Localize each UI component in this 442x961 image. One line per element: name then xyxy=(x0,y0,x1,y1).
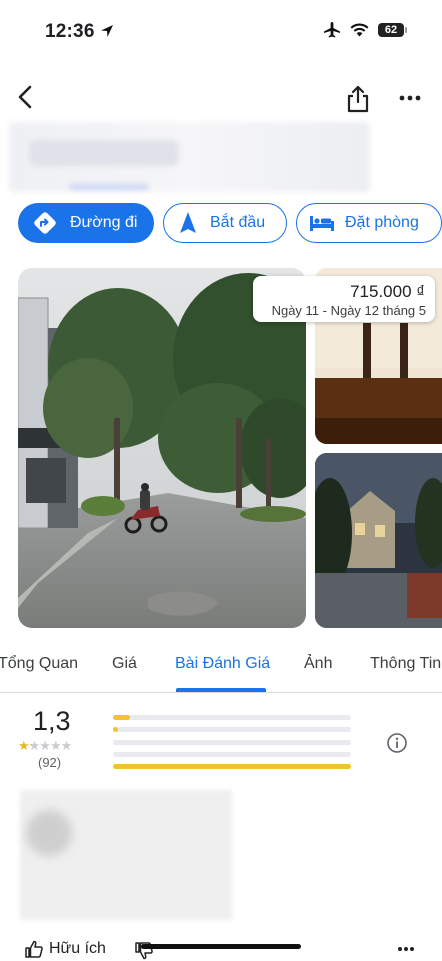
wifi-icon xyxy=(350,23,369,37)
rating-bar-fill xyxy=(113,715,130,720)
status-icons: 62 xyxy=(323,22,407,38)
night-street-photo[interactable] xyxy=(315,453,442,628)
book-room-label: Đặt phòng xyxy=(345,214,419,231)
rating-value: 1,3 xyxy=(33,706,71,736)
place-title-blurred xyxy=(9,122,370,192)
street-scene-image xyxy=(18,268,306,628)
directions-button[interactable]: Đường đi xyxy=(18,203,154,243)
location-arrow-icon xyxy=(101,25,114,37)
rating-bar-1 xyxy=(113,764,351,769)
back-arrow-icon[interactable] xyxy=(12,82,40,112)
info-icon[interactable] xyxy=(386,732,408,754)
start-button[interactable]: Bắt đầu xyxy=(163,203,287,243)
star-icon: ★ xyxy=(39,738,51,753)
more-options-icon[interactable] xyxy=(396,90,424,106)
price-amount: 715.000 ₫ xyxy=(350,282,425,301)
tab-about[interactable]: Thông Tin xyxy=(370,655,441,673)
star-icon: ★ xyxy=(18,738,30,753)
rating-bar-fill xyxy=(113,764,351,769)
price-dates: Ngày 11 - Ngày 12 tháng 5 xyxy=(271,303,426,318)
review-count: (92) xyxy=(38,755,62,770)
review-content-blurred xyxy=(20,790,232,920)
helpful-button[interactable]: Hữu ích xyxy=(24,939,106,959)
bed-icon xyxy=(310,216,334,231)
star-icon: ★ xyxy=(28,738,41,753)
tab-prices[interactable]: Giá xyxy=(112,655,137,673)
start-label: Bắt đầu xyxy=(210,214,266,231)
active-tab-indicator xyxy=(176,688,266,692)
street-photo[interactable] xyxy=(18,268,306,628)
rating-bar-2 xyxy=(113,752,351,757)
tab-overview[interactable]: Tổng Quan xyxy=(0,655,78,673)
rating-bar-5 xyxy=(113,715,351,720)
tab-reviews[interactable]: Bài Đánh Giá xyxy=(175,655,270,673)
star-icon: ★ xyxy=(60,738,73,753)
review-more-icon[interactable] xyxy=(397,946,415,952)
tab-bar: Tổng Quan Giá Bài Đánh Giá Ảnh Thông Tin xyxy=(0,646,442,693)
night-street-image xyxy=(315,453,442,628)
navigation-arrow-icon xyxy=(180,212,196,233)
star-rating: ★★★★★ xyxy=(18,738,73,754)
tab-photos[interactable]: Ảnh xyxy=(304,655,332,673)
helpful-label: Hữu ích xyxy=(49,940,106,957)
battery-indicator: 62 xyxy=(378,23,407,37)
directions-icon xyxy=(34,212,56,234)
share-icon[interactable] xyxy=(344,84,372,114)
airplane-icon xyxy=(324,22,340,38)
thumbs-up-icon xyxy=(25,940,43,958)
book-room-button[interactable]: Đặt phòng xyxy=(296,203,442,243)
rating-bar-fill xyxy=(113,727,118,732)
rating-bar-4 xyxy=(113,727,351,732)
home-indicator xyxy=(141,944,301,949)
price-card[interactable]: 715.000 ₫ Ngày 11 - Ngày 12 tháng 5 xyxy=(253,276,435,322)
directions-label: Đường đi xyxy=(70,214,138,231)
star-icon: ★ xyxy=(49,738,62,753)
rating-bar-3 xyxy=(113,740,351,745)
status-time: 12:36 xyxy=(45,21,114,43)
